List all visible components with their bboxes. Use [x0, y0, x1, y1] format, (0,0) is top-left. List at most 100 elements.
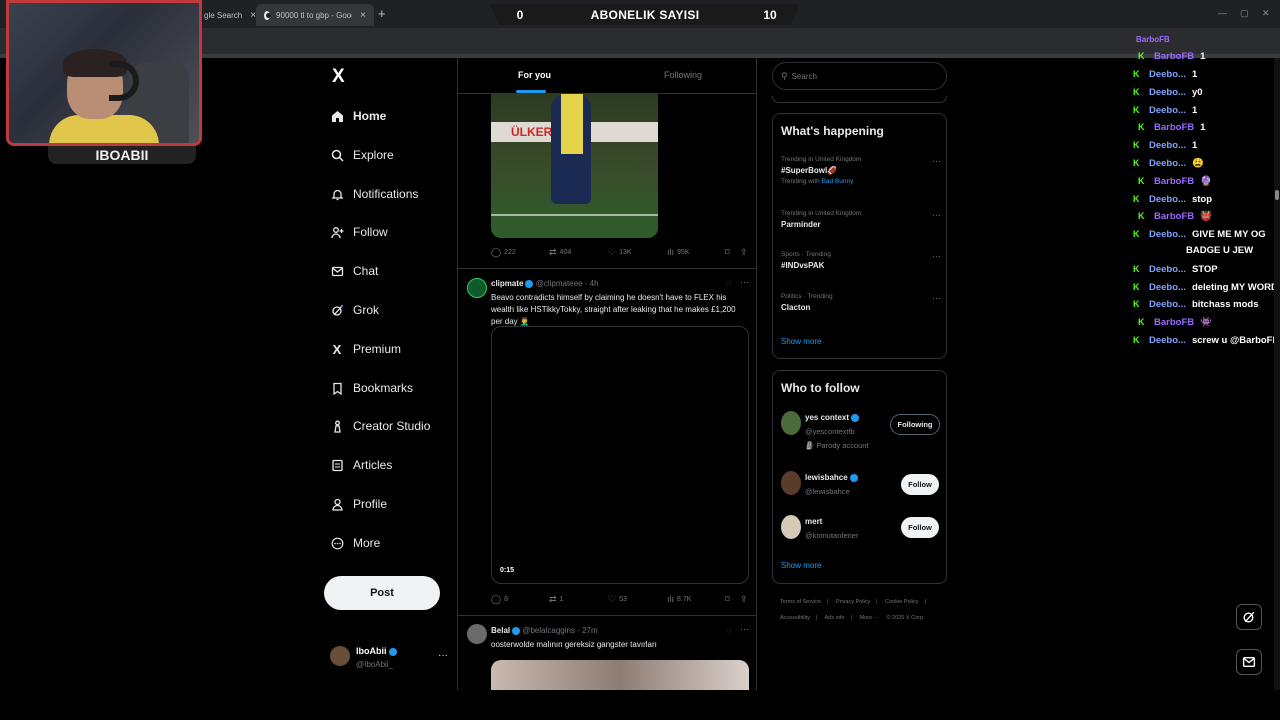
divider — [458, 268, 756, 269]
chat-username[interactable]: Deebo... — [1149, 194, 1186, 205]
chat-username[interactable]: Deebo... — [1149, 264, 1186, 275]
trend-item[interactable]: Sports · Trending #INDvsPAK ··· — [781, 251, 941, 270]
views-button[interactable]: ılı 95K — [667, 247, 689, 257]
chat-username[interactable]: BarboFB — [1154, 51, 1194, 62]
reply-icon: ◯ — [491, 594, 502, 604]
tweet-author[interactable]: Belal — [491, 626, 510, 635]
privacy-link[interactable]: Privacy Policy — [836, 599, 870, 605]
grok-icon[interactable]: ◌ — [726, 625, 731, 635]
trend-item[interactable]: Trending in United Kingdom Parminder ··· — [781, 210, 941, 229]
trend-item[interactable]: Trending in United Kingdom #SuperBowl🏈 T… — [781, 156, 941, 185]
show-more-link[interactable]: Show more — [781, 337, 821, 346]
browser-tab[interactable]: gle Search × — [196, 4, 256, 26]
like-button[interactable]: ♡ 53 — [608, 594, 627, 605]
ads-info-link[interactable]: Ads info — [825, 615, 845, 621]
more-icon[interactable]: ··· — [932, 293, 941, 303]
more-link[interactable]: More ··· — [859, 615, 879, 621]
more-icon[interactable]: ··· — [932, 156, 941, 166]
close-tab-icon[interactable]: × — [242, 10, 256, 21]
trend-item[interactable]: Politics · Trending Clacton ··· — [781, 293, 941, 312]
nav-articles[interactable]: Articles — [330, 455, 392, 475]
show-more-link[interactable]: Show more — [781, 561, 821, 570]
jersey-stripe — [561, 94, 583, 154]
tweet-image[interactable]: ÜLKER 9 — [491, 94, 658, 238]
nav-bookmarks[interactable]: Bookmarks — [330, 378, 413, 398]
reply-button[interactable]: ◯ 222 — [491, 247, 516, 258]
nav-explore[interactable]: Explore — [330, 145, 394, 165]
grok-button[interactable] — [1236, 604, 1262, 630]
nav-grok[interactable]: Grok — [330, 300, 379, 320]
avatar[interactable] — [467, 624, 487, 644]
close-tab-icon[interactable]: × — [352, 10, 366, 21]
follow-button[interactable]: Follow — [901, 474, 939, 495]
chat-username[interactable]: Deebo... — [1149, 299, 1186, 310]
more-icon[interactable]: ··· — [932, 251, 941, 261]
trend-link[interactable]: Bad Bunny — [822, 178, 854, 185]
nav-home[interactable]: Home — [330, 106, 386, 126]
nav-more[interactable]: More — [330, 533, 380, 553]
accessibility-link[interactable]: Accessibility — [780, 615, 810, 621]
avatar[interactable] — [467, 278, 487, 298]
tweet-video[interactable]: 0:15 — [491, 326, 749, 584]
share-button[interactable]: ⇪ — [740, 594, 751, 605]
more-icon[interactable]: ··· — [438, 650, 448, 661]
chat-username[interactable]: BarboFB — [1154, 176, 1194, 187]
share-icon: ⇪ — [740, 247, 748, 257]
bookmark-button[interactable]: ⌑ — [725, 247, 733, 258]
minimize-icon[interactable]: — — [1218, 8, 1227, 18]
new-tab-button[interactable]: + — [378, 6, 386, 21]
search-box[interactable]: ⚲ — [772, 62, 947, 90]
more-icon[interactable]: ··· — [932, 210, 941, 220]
chat-text: 1 — [1191, 69, 1198, 80]
chat-username[interactable]: Deebo... — [1149, 158, 1186, 169]
x-logo[interactable]: X — [332, 66, 345, 88]
chat-username[interactable]: BarboFB — [1154, 211, 1194, 222]
reply-button[interactable]: ◯ 8 — [491, 594, 508, 605]
tab-for-you[interactable]: For you — [518, 70, 551, 80]
post-button[interactable]: Post — [324, 576, 440, 610]
nav-label: Grok — [353, 303, 380, 317]
nav-follow[interactable]: Follow — [330, 222, 388, 242]
repost-button[interactable]: ⇄ 404 — [549, 247, 571, 258]
messages-button[interactable] — [1236, 649, 1262, 675]
tweet-actions: ◯ 8 ⇄ 1 ♡ 53 ılı 8.7K ⌑ ⇪ — [491, 594, 751, 608]
page-scrollbar[interactable] — [1274, 58, 1280, 690]
cookie-link[interactable]: Cookie Policy — [885, 599, 918, 605]
account-switcher[interactable]: IboAbii @IboAbii_ ··· — [330, 644, 450, 674]
following-button[interactable]: Following — [890, 414, 940, 435]
browser-tab-active[interactable]: 90000 tl to gbp - Google Search × — [256, 4, 374, 26]
bookmark-button[interactable]: ⌑ — [725, 594, 733, 605]
nav-label: Creator Studio — [353, 419, 431, 433]
nav-premium[interactable]: X Premium — [330, 339, 401, 359]
chat-username[interactable]: Deebo... — [1149, 335, 1186, 346]
repost-button[interactable]: ⇄ 1 — [549, 594, 563, 605]
tweet-image[interactable] — [491, 660, 749, 690]
nav-creator-studio[interactable]: Creator Studio — [330, 416, 430, 436]
chat-username[interactable]: BarboFB — [1154, 317, 1194, 328]
nav-profile[interactable]: Profile — [330, 494, 387, 514]
grok-icon[interactable]: ◌ — [726, 278, 731, 288]
maximize-icon[interactable]: ▢ — [1240, 8, 1249, 19]
views-button[interactable]: ılı 8.7K — [667, 594, 691, 604]
nav-notifications[interactable]: Notifications — [330, 184, 418, 204]
chat-username[interactable]: Deebo... — [1149, 105, 1186, 116]
share-button[interactable]: ⇪ — [740, 247, 751, 258]
tab-following[interactable]: Following — [664, 70, 702, 80]
chat-username[interactable]: Deebo... — [1149, 87, 1186, 98]
close-window-icon[interactable]: ✕ — [1262, 8, 1270, 19]
tweet-header: clipmate @clipmateee · 4h — [491, 279, 599, 288]
search-input[interactable] — [791, 71, 932, 81]
chat-username[interactable]: Deebo... — [1149, 140, 1186, 151]
terms-link[interactable]: Terms of Service — [780, 599, 821, 605]
tweet-author[interactable]: clipmate — [491, 279, 523, 288]
chat-username[interactable]: Deebo... — [1149, 229, 1186, 240]
nav-chat[interactable]: Chat — [330, 261, 378, 281]
scrollbar-thumb[interactable] — [1275, 190, 1279, 200]
like-button[interactable]: ♡ 13K — [608, 247, 632, 258]
chat-username[interactable]: Deebo... — [1149, 69, 1186, 80]
more-icon[interactable]: ··· — [740, 277, 749, 287]
chat-username[interactable]: Deebo... — [1149, 282, 1186, 293]
more-icon[interactable]: ··· — [740, 624, 749, 634]
follow-button[interactable]: Follow — [901, 517, 939, 538]
chat-username[interactable]: BarboFB — [1154, 122, 1194, 133]
